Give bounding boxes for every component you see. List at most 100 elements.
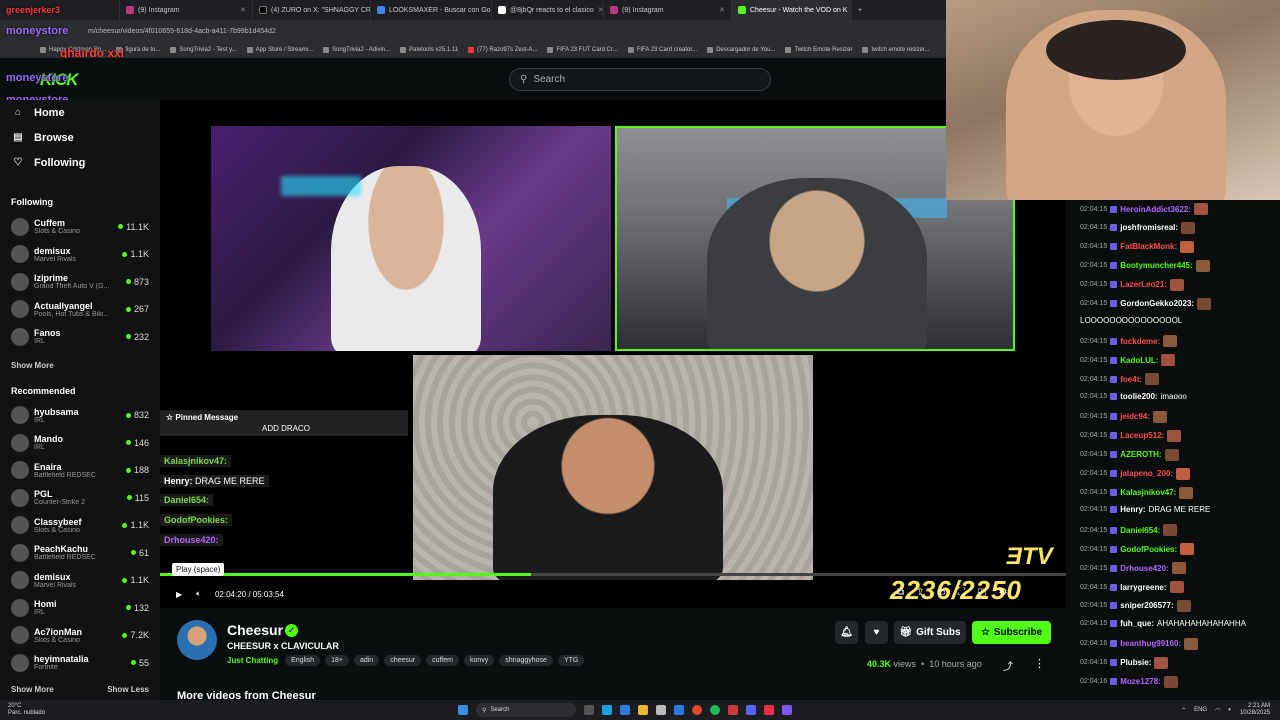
show-more-following[interactable]: Show More [0,361,160,370]
channel-item[interactable]: hyubsama IRL 832 [0,402,160,430]
clip-icon[interactable]: ⧉ [897,587,904,598]
chat-username[interactable]: KadoLUL: [1120,356,1158,365]
browser-tab-4[interactable]: @8jbQr reacts to el clasico ✕ [492,0,604,20]
chat-username[interactable]: joshfromisreal: [1120,223,1178,232]
subscribe-button[interactable]: ☆ Subscribe [972,621,1051,644]
chevron-up-icon[interactable]: ⌃ [1181,707,1186,714]
browser-tab-2[interactable]: (4) ZURO on X: "SHNAGGY CR✕ [253,0,371,20]
new-tab-button[interactable]: + [852,0,868,20]
channel-item[interactable]: heyimnatalia Fortnite 55 [0,649,160,677]
chat-username[interactable]: foe4t: [1120,375,1142,384]
bookmark[interactable]: SongTrivia2 - Test y... [170,47,237,53]
taskbar-search[interactable]: ⚲ Search [476,703,576,717]
channel-item[interactable]: Cuffem Slots & Casino 11.1K [0,213,160,241]
streamer-avatar[interactable] [177,620,217,660]
lang-indicator[interactable]: ENG [1194,707,1207,713]
chat-username[interactable]: Plubsie: [1120,658,1151,667]
fullscreen-icon[interactable]: ⛶ [958,587,965,598]
channel-item[interactable]: Actuallyangel Pools, Hot Tubs & Biki... 26… [0,296,160,324]
nav-browse[interactable]: ▤ Browse [0,125,160,150]
streamer-name[interactable]: Cheesur [227,622,283,638]
windows-start-icon[interactable] [458,705,468,715]
settings-app-icon[interactable] [620,705,630,715]
bookmark[interactable]: App Store / Streami... [246,47,313,53]
bookmark[interactable]: FIFA 23 Card creator... [627,47,697,53]
edge-icon[interactable] [602,705,612,715]
pinned-message[interactable]: ☆ Pinned Message ADD DRACO [160,410,408,436]
weather-widget[interactable]: 20°C Parc. nublado [0,703,60,717]
tag-chip[interactable]: cheesur [384,655,422,666]
teams-icon[interactable] [782,705,792,715]
share-icon[interactable]: ⤴ [1003,658,1013,673]
volume-icon[interactable]: 🔈︎ [196,589,201,599]
browser-tab-6-active[interactable]: Cheesur - Watch the VOD on K✕ [732,0,852,20]
wifi-icon[interactable]: ◠ [1215,707,1220,714]
volume-icon[interactable]: 🔈︎ [1228,707,1232,714]
more-options-icon[interactable]: ⋮ [1034,657,1045,670]
channel-item[interactable]: demisux Marvel Rivals 1.1K [0,241,160,269]
pip-icon[interactable]: ◰ [977,587,986,598]
chat-username[interactable]: FatBlackMonk: [1120,242,1177,251]
chat-username[interactable]: HeroinAddict3622: [1120,205,1191,214]
chrome-icon[interactable] [692,705,702,715]
nav-following[interactable]: ♡ Following [0,150,160,175]
channel-item[interactable]: PGL Counter-Strike 2 115 [0,484,160,512]
bookmark[interactable]: SongTrivia2 - Adivin... [323,47,390,53]
bookmark[interactable]: Twitch Emote Resizer [785,47,852,53]
tab-overlay[interactable]: greenjerker3 [0,0,120,20]
browser-tab-3[interactable]: LOOKSMAXER - Buscar con Go✕ [371,0,492,20]
clock[interactable]: 2:21 AM 10/28/2025 [1240,703,1270,717]
task-view-icon[interactable] [584,705,594,715]
chat-username[interactable]: jeidc94: [1120,412,1150,421]
bookmark[interactable]: Descargador de You... [707,47,775,53]
tag-chip[interactable]: 18+ [325,655,349,666]
channel-item[interactable]: Homi IRL 132 [0,594,160,622]
chat-username[interactable]: Bootymuncher445: [1120,261,1192,270]
channel-item[interactable]: demisux Marvel Rivals 1.1K [0,567,160,595]
close-tab-icon[interactable]: ✕ [719,6,725,14]
show-less-recommended[interactable]: Show Less [96,685,149,694]
browser-tab-1[interactable]: (9) Instagram ✕ [120,0,253,20]
bookmark[interactable]: FIFA 23 FUT Card Cr... [547,47,618,53]
browser-tab-5[interactable]: (9) Instagram ✕ [604,0,732,20]
share-icon[interactable]: ⇪ [916,587,924,598]
bookmark[interactable]: twitch emote resizer... [862,47,930,53]
channel-item[interactable]: lziprime Grand Theft Auto V (G... 873 [0,268,160,296]
close-tab-icon[interactable]: ✕ [598,6,603,14]
category-link[interactable]: Just Chatting [227,656,278,665]
channel-item[interactable]: PeachKachu Battlefield REDSEC 61 [0,539,160,567]
gift-subs-button[interactable]: 🎁︎ Gift Subs [894,621,966,644]
chat-username[interactable]: Kalasjnikov47: [1120,488,1176,497]
chat-username[interactable]: Daniel654: [1120,526,1160,535]
theater-icon[interactable]: ▭ [937,587,946,598]
notification-button[interactable]: 🔔︎ [835,621,858,644]
spotify-icon[interactable] [710,705,720,715]
bookmark[interactable]: (77) Razo97s Zest-A... [468,47,537,53]
tag-chip[interactable]: YTG [557,655,585,666]
app-icon[interactable] [728,705,738,715]
address-bar[interactable]: m/cheesur/videos/4f010655-618d-4acb-a411… [0,20,946,42]
bookmark[interactable]: Paletools v25.1.11 [400,47,458,53]
channel-item[interactable]: Mando IRL 146 [0,429,160,457]
discord-icon[interactable] [746,705,756,715]
chat-username[interactable]: fuh_que: [1120,619,1154,628]
chat-username[interactable]: GodofPookies: [1120,545,1177,554]
tag-chip[interactable]: konvy [463,655,495,666]
file-explorer-icon[interactable] [638,705,648,715]
chat-username[interactable]: Laceup512: [1120,431,1164,440]
nav-home[interactable]: ⌂ Home [0,100,160,125]
chat-username[interactable]: Henry: [1120,505,1145,514]
tag-chip[interactable]: cuffem [426,655,459,666]
music-icon[interactable] [764,705,774,715]
search-input[interactable]: ⚲ Search [509,68,771,91]
channel-item[interactable]: Ac7ionMan Slots & Casino 7.2K [0,622,160,650]
follow-button[interactable]: ♥ [865,621,888,644]
chat-username[interactable]: jalapeno_200: [1120,469,1173,478]
tag-chip[interactable]: adin [353,655,380,666]
show-more-recommended[interactable]: Show More [0,685,54,694]
chat-username[interactable]: AZEROTH: [1120,450,1161,459]
chat-username[interactable]: toolie200: [1120,392,1157,401]
mail-icon[interactable] [674,705,684,715]
settings-icon[interactable]: ⚙ [998,587,1007,598]
chat-username[interactable]: Moze1278: [1120,677,1160,686]
